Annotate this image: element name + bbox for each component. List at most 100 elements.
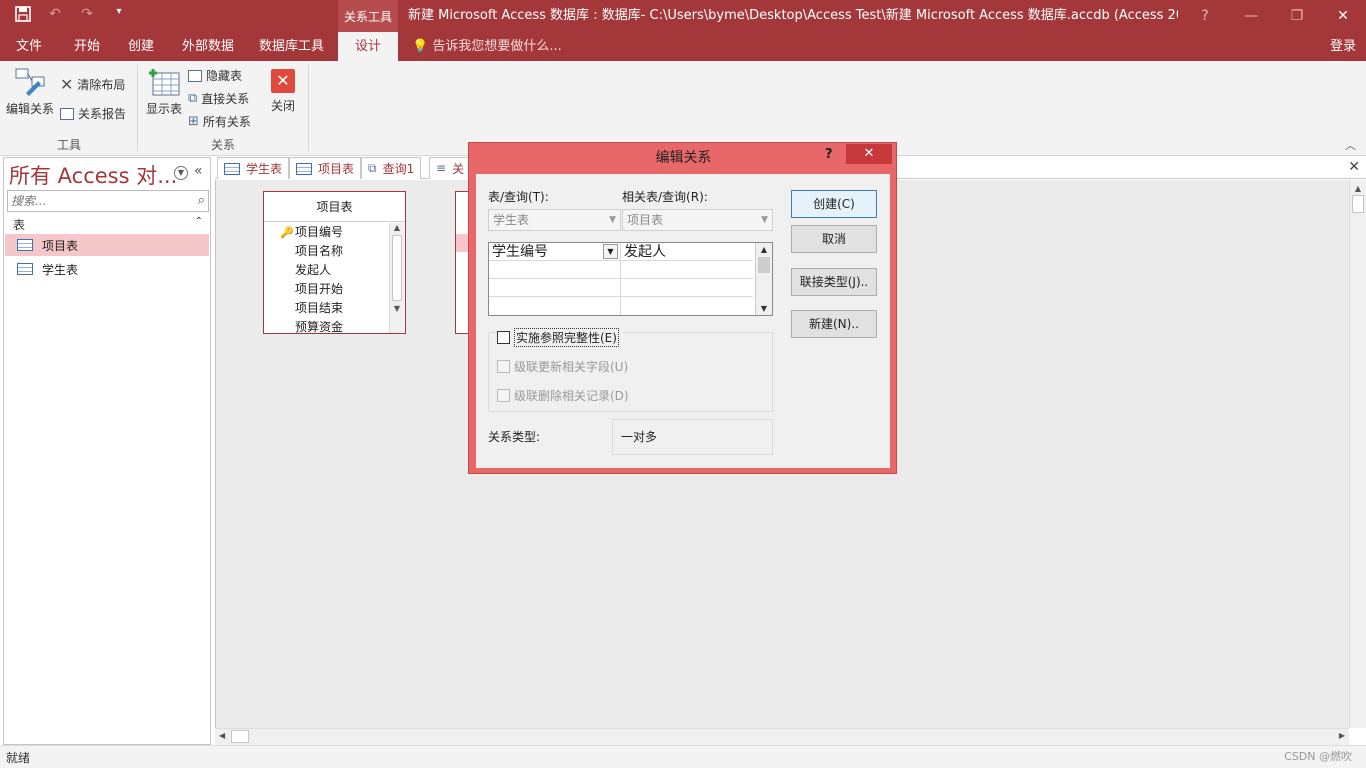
clear-layout-button[interactable]: ✕ 清除布局: [60, 75, 125, 94]
cascade-delete-checkbox[interactable]: 级联删除相关记录(D): [497, 387, 629, 404]
field-item[interactable]: 发起人: [264, 261, 405, 280]
table-window-project[interactable]: 项目表 🔑 项目编号 项目名称 发起人 项目开始 项目结束 预算资金 ▲ ▼: [263, 191, 406, 334]
help-button[interactable]: ?: [1182, 0, 1228, 32]
tab-external-data[interactable]: 外部数据: [168, 32, 248, 61]
grid-row[interactable]: [489, 279, 753, 297]
checkbox-box[interactable]: [497, 360, 510, 373]
scroll-down-icon[interactable]: ▼: [390, 304, 404, 313]
scroll-up-icon[interactable]: ▲: [390, 223, 404, 232]
grid-left-cell[interactable]: [489, 297, 620, 315]
scroll-thumb[interactable]: [392, 235, 402, 301]
table-window-scrollbar[interactable]: ▲ ▼: [389, 223, 404, 333]
scroll-down-icon[interactable]: ▼: [756, 304, 772, 313]
scroll-thumb[interactable]: [758, 257, 770, 273]
field-item[interactable]: 项目名称: [264, 242, 405, 261]
grid-scrollbar[interactable]: ▲ ▼: [755, 243, 772, 315]
doc-tab-student-table[interactable]: 学生表: [217, 157, 290, 179]
direct-relationships-button[interactable]: ⧉ 直接关系: [188, 90, 249, 107]
search-icon[interactable]: ⌕: [198, 193, 205, 208]
doc-tab-project-table[interactable]: 项目表: [289, 157, 362, 179]
tell-me-search[interactable]: 💡 告诉我您想要做什么...: [412, 32, 562, 61]
grid-left-cell[interactable]: [489, 279, 620, 297]
grid-left-value: 学生编号: [492, 244, 548, 260]
create-button[interactable]: 创建(C): [791, 190, 877, 218]
window-controls: ? — ❐ ✕: [1182, 0, 1366, 32]
context-tools-label: 关系工具: [338, 0, 398, 32]
scroll-thumb[interactable]: [231, 730, 249, 743]
dialog-close-button[interactable]: ✕: [846, 144, 892, 164]
nav-pane-title[interactable]: 所有 Access 对...: [9, 160, 177, 190]
table-icon: [17, 239, 33, 251]
field-item[interactable]: 🔑 项目编号: [264, 223, 405, 242]
scroll-left-icon[interactable]: ◀: [219, 731, 225, 740]
new-button[interactable]: 新建(N)..: [791, 310, 877, 338]
checkbox-box[interactable]: [497, 331, 510, 344]
show-table-button[interactable]: 显示表: [143, 67, 185, 117]
grid-right-cell[interactable]: [621, 279, 753, 297]
close-window-button[interactable]: ✕: [1320, 0, 1366, 32]
table-query-select[interactable]: 学生表 ▼: [488, 209, 621, 231]
collapse-ribbon-icon[interactable]: ︿: [1345, 137, 1356, 153]
close-document-icon[interactable]: ✕: [1348, 159, 1360, 175]
all-relationships-button[interactable]: ⊞ 所有关系: [188, 113, 251, 130]
grid-row[interactable]: [489, 261, 753, 279]
grid-left-cell[interactable]: 学生编号 ▼: [489, 243, 620, 261]
doc-tab-relationships[interactable]: ≡ 关: [429, 157, 469, 179]
relationship-report-button[interactable]: 关系报告: [60, 105, 126, 122]
redo-icon[interactable]: ↷: [78, 6, 96, 26]
doc-tab-query1[interactable]: ⧉ 查询1: [361, 157, 422, 179]
undo-icon[interactable]: ↶: [46, 6, 64, 26]
field-label: 项目编号: [295, 225, 344, 239]
tab-create[interactable]: 创建: [114, 32, 168, 61]
scroll-right-icon[interactable]: ▶: [1339, 731, 1345, 740]
nav-dropdown-icon[interactable]: ▼: [174, 166, 188, 180]
chevron-down-icon[interactable]: ▼: [603, 244, 618, 259]
scroll-thumb[interactable]: [1352, 195, 1364, 213]
grid-left-cell[interactable]: [489, 261, 620, 279]
canvas-horizontal-scrollbar[interactable]: ◀ ▶: [215, 728, 1349, 745]
restore-button[interactable]: ❐: [1274, 0, 1320, 32]
tab-home[interactable]: 开始: [60, 32, 114, 61]
chevron-down-icon: ▼: [761, 215, 768, 225]
nav-item-project-table[interactable]: 项目表: [5, 234, 209, 256]
dialog-help-button[interactable]: ?: [825, 147, 833, 162]
cascade-update-checkbox[interactable]: 级联更新相关字段(U): [497, 358, 628, 375]
save-icon[interactable]: [14, 6, 32, 26]
tab-file[interactable]: 文件: [2, 32, 56, 61]
cascade-update-label: 级联更新相关字段(U): [514, 360, 629, 374]
minimize-button[interactable]: —: [1228, 0, 1274, 32]
cancel-button[interactable]: 取消: [791, 225, 877, 253]
scroll-up-icon[interactable]: ▲: [1350, 184, 1366, 193]
grid-row[interactable]: [489, 297, 753, 315]
relationship-type-label: 关系类型:: [488, 430, 541, 444]
scroll-up-icon[interactable]: ▲: [756, 245, 772, 254]
hide-table-button[interactable]: 隐藏表: [188, 67, 242, 84]
related-table-select[interactable]: 项目表 ▼: [622, 209, 773, 231]
checkbox-box[interactable]: [497, 389, 510, 402]
field-item[interactable]: 项目结束: [264, 299, 405, 318]
join-type-button[interactable]: 联接类型(J)..: [791, 268, 877, 296]
edit-relationships-button[interactable]: 编辑关系: [5, 67, 55, 117]
field-item[interactable]: 预算资金: [264, 318, 405, 337]
nav-section-tables[interactable]: 表 ⌃: [13, 216, 207, 233]
doc-tab-label: 项目表: [318, 162, 355, 176]
enforce-integrity-checkbox[interactable]: 实施参照完整性(E): [497, 328, 623, 347]
customize-qat-icon[interactable]: ▾: [110, 6, 128, 26]
nav-search-input[interactable]: [8, 191, 186, 211]
x-icon: ✕: [60, 75, 74, 94]
nav-item-student-table[interactable]: 学生表: [5, 258, 209, 280]
grid-right-cell[interactable]: 发起人: [621, 243, 753, 261]
show-table-icon: [149, 69, 180, 96]
grid-right-cell[interactable]: [621, 261, 753, 279]
window-title: 新建 Microsoft Access 数据库 : 数据库- C:\Users\…: [408, 8, 1178, 23]
close-relationships-button[interactable]: ✕ 关闭: [265, 69, 301, 114]
canvas-vertical-scrollbar[interactable]: ▲: [1349, 180, 1366, 728]
tab-database-tools[interactable]: 数据库工具: [245, 32, 338, 61]
tab-design[interactable]: 设计: [338, 32, 398, 61]
chevron-up-icon: ⌃: [194, 216, 203, 227]
nav-collapse-icon[interactable]: «: [194, 163, 203, 179]
login-link[interactable]: 登录: [1330, 32, 1356, 61]
clear-layout-label: 清除布局: [77, 78, 126, 92]
grid-right-cell[interactable]: [621, 297, 753, 315]
field-item[interactable]: 项目开始: [264, 280, 405, 299]
